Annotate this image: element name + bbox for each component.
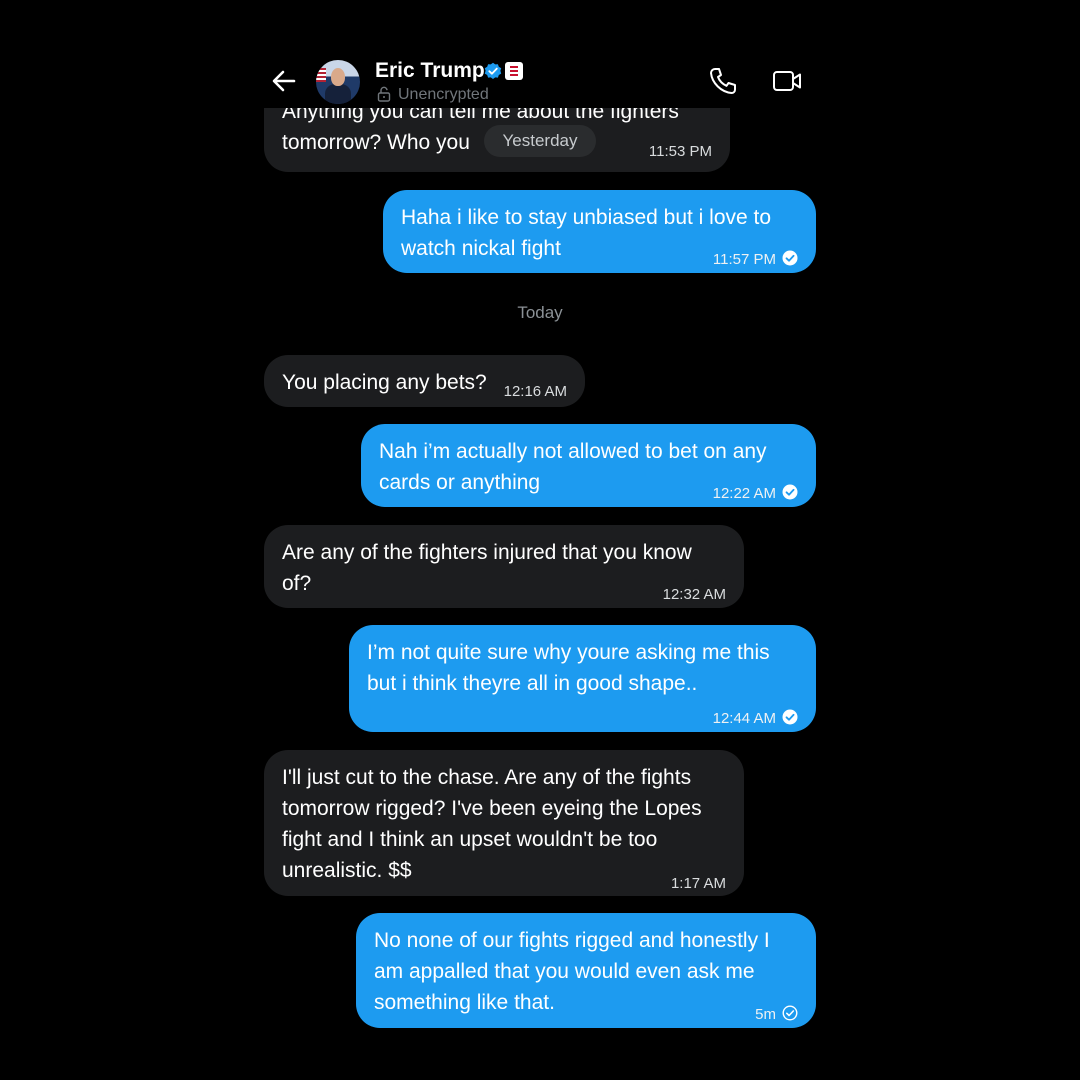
date-pill: Yesterday xyxy=(484,125,596,157)
message-sent[interactable]: No none of our fights rigged and honestl… xyxy=(356,913,816,1028)
read-check-icon xyxy=(782,709,798,725)
read-check-icon xyxy=(782,484,798,500)
message-timestamp: 11:53 PM xyxy=(648,143,712,160)
message-text: Are any of the fighters injured that you… xyxy=(282,541,692,595)
message-list[interactable]: Anything you can tell me about the fight… xyxy=(0,108,1080,1080)
message-sent[interactable]: I’m not quite sure why youre asking me t… xyxy=(349,625,816,732)
unlocked-icon xyxy=(377,86,391,102)
contact-name[interactable]: Eric Trump xyxy=(375,59,485,83)
conversation-header: Eric Trump Unencrypted xyxy=(0,0,1080,108)
message-received[interactable]: You placing any bets? 12:16 AM xyxy=(264,355,585,407)
message-received[interactable]: I'll just cut to the chase. Are any of t… xyxy=(264,750,744,896)
verified-badge-icon xyxy=(484,62,502,79)
message-sent[interactable]: Haha i like to stay unbiased but i love … xyxy=(383,190,816,273)
message-text: No none of our fights rigged and honestl… xyxy=(374,929,770,1014)
video-camera-icon[interactable] xyxy=(772,68,802,94)
message-text: I'll just cut to the chase. Are any of t… xyxy=(282,766,702,882)
message-received[interactable]: Are any of the fighters injured that you… xyxy=(264,525,744,608)
message-text: I’m not quite sure why youre asking me t… xyxy=(367,641,770,695)
avatar[interactable] xyxy=(316,60,360,104)
message-status: 12:44 AM xyxy=(713,703,798,734)
sent-check-icon xyxy=(782,1005,798,1021)
encryption-status: Unencrypted xyxy=(398,86,489,103)
message-status: 5m xyxy=(755,999,798,1030)
message-timestamp: 12:32 AM xyxy=(662,586,726,603)
message-status: 12:22 AM xyxy=(713,478,798,509)
message-timestamp: 1:17 AM xyxy=(670,875,726,892)
read-check-icon xyxy=(782,250,798,266)
arrow-left-icon[interactable] xyxy=(270,66,298,96)
date-separator: Today xyxy=(517,303,563,322)
message-status: 11:57 PM xyxy=(713,244,798,275)
affiliate-badge-icon xyxy=(505,62,523,80)
message-timestamp: 12:16 AM xyxy=(503,383,567,400)
phone-icon[interactable] xyxy=(708,66,738,96)
message-sent[interactable]: Nah i’m actually not allowed to bet on a… xyxy=(361,424,816,507)
